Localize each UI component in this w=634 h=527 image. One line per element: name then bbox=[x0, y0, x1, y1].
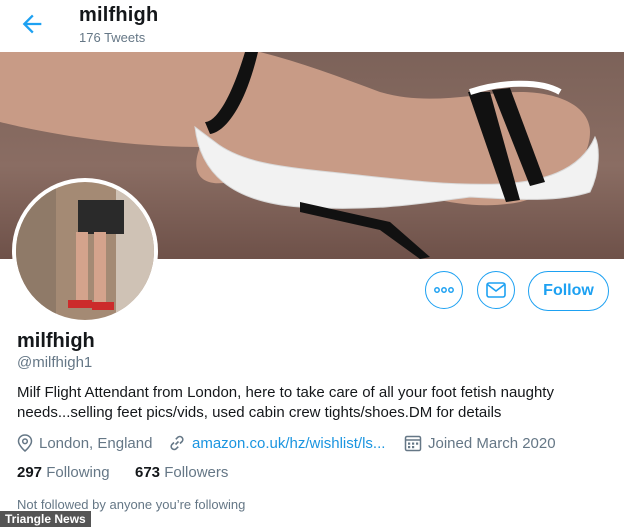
top-bar: milfhigh 176 Tweets bbox=[0, 0, 634, 52]
tweet-count: 176 Tweets bbox=[79, 30, 146, 45]
calendar-icon bbox=[404, 435, 422, 452]
more-icon bbox=[434, 287, 454, 293]
more-button[interactable] bbox=[425, 271, 463, 309]
followers-count: 673 bbox=[135, 464, 161, 481]
follow-button[interactable]: Follow bbox=[528, 271, 609, 311]
message-button[interactable] bbox=[477, 271, 515, 309]
header-name: milfhigh bbox=[79, 4, 159, 26]
website-link[interactable]: amazon.co.uk/hz/wishlist/ls... bbox=[192, 435, 385, 452]
profile-name: milfhigh bbox=[17, 330, 95, 352]
website[interactable]: amazon.co.uk/hz/wishlist/ls... bbox=[168, 434, 385, 452]
location-pin-icon bbox=[17, 434, 33, 452]
joined-date: Joined March 2020 bbox=[404, 434, 556, 452]
watermark: Triangle News bbox=[0, 511, 91, 527]
back-arrow-icon[interactable] bbox=[18, 10, 46, 38]
link-icon bbox=[170, 435, 184, 451]
joined-text: Joined March 2020 bbox=[428, 434, 556, 452]
location-text: London, England bbox=[39, 434, 153, 452]
following-count: 297 bbox=[17, 464, 43, 481]
profile-bio: Milf Flight Attendant from London, here … bbox=[17, 384, 554, 421]
followers-link[interactable]: 673 Followers bbox=[135, 464, 228, 481]
avatar-photo bbox=[16, 182, 154, 320]
followers-label: Followers bbox=[164, 464, 229, 481]
envelope-icon bbox=[486, 282, 506, 298]
avatar[interactable] bbox=[12, 178, 158, 324]
profile-handle: @milfhigh1 bbox=[17, 354, 93, 371]
following-label: Following bbox=[46, 464, 110, 481]
following-link[interactable]: 297 Following bbox=[17, 464, 110, 481]
not-followed-note: Not followed by anyone you’re following bbox=[17, 497, 246, 512]
location: London, England bbox=[17, 434, 152, 452]
